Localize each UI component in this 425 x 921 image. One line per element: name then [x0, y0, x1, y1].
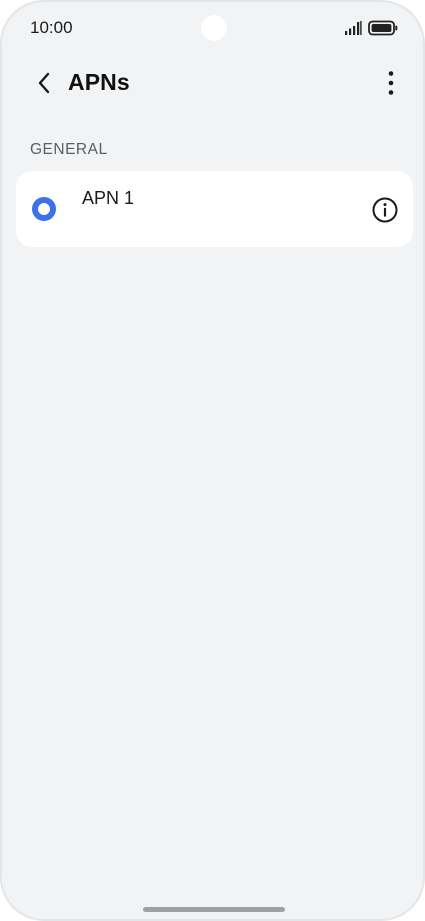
home-indicator[interactable] [143, 907, 285, 912]
back-arrow-icon [38, 72, 50, 94]
apn-item[interactable]: APN 1 [16, 171, 356, 247]
info-icon [372, 197, 398, 223]
signal-icon [345, 21, 362, 35]
more-vert-icon [388, 71, 394, 95]
battery-icon [368, 20, 398, 36]
camera-cutout [201, 15, 227, 41]
apn-info-button[interactable] [370, 195, 400, 225]
back-button[interactable] [28, 66, 62, 100]
radio-button-selected[interactable] [32, 197, 56, 221]
phone-frame: 10:00 APNs GENERAL APN 1 [0, 0, 425, 921]
apn-name: APN 1 [82, 188, 135, 208]
more-options-button[interactable] [374, 66, 408, 100]
apn-list-card: APN 1 [16, 171, 413, 247]
status-bar: 10:00 [2, 2, 423, 58]
section-header-general: GENERAL [30, 141, 108, 158]
page-title: APNs [68, 69, 130, 95]
status-time: 10:00 [30, 18, 73, 37]
app-bar: APNs [2, 58, 423, 108]
